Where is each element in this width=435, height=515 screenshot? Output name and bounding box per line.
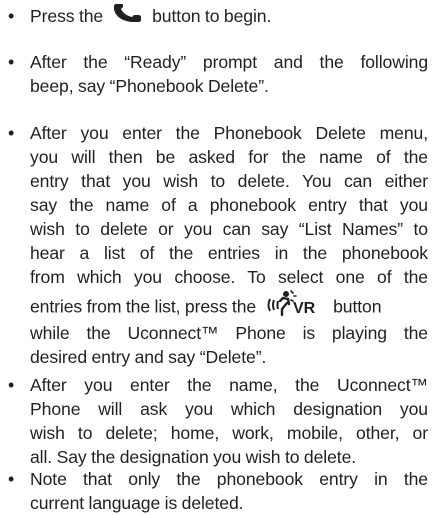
step-3-text-after-icon: button xyxy=(333,296,382,317)
step-1-text-before: Press the xyxy=(30,6,104,26)
bullet: • xyxy=(8,6,15,26)
step-3-line-2: you will then be asked for the name of t… xyxy=(30,147,428,167)
step-5-line-2: current language is deleted. xyxy=(30,493,244,513)
bullet: • xyxy=(8,123,15,143)
step-3-line-3: entry that you wish to delete. You can e… xyxy=(30,171,428,191)
step-4-line-4: all. Say the designation you wish to del… xyxy=(30,447,357,467)
step-3-text-before-icon: entries from the list, press the xyxy=(30,296,257,317)
step-3-line-1: After you enter the Phonebook Delete men… xyxy=(30,123,428,143)
step-4-line-1: After you enter the name, the Uconnect™ xyxy=(30,375,428,395)
step-4-line-3: wish to delete; home, work, mobile, othe… xyxy=(30,423,428,443)
step-1-text-after: button to begin. xyxy=(152,6,272,26)
vr-icon-label: VR xyxy=(293,300,316,317)
step-2-line-1: After the “Ready” prompt and the followi… xyxy=(30,52,428,72)
bullet: • xyxy=(8,52,15,72)
step-3-tail-line-2: desired entry and say “Delete”. xyxy=(30,347,267,367)
step-3-line-6: hear a list of the entries in the phoneb… xyxy=(30,243,428,263)
step-3-tail-line-1: while the Uconnect™ Phone is playing the xyxy=(30,323,428,343)
step-2-line-2: beep, say “Phonebook Delete”. xyxy=(30,76,269,96)
bullet: • xyxy=(8,375,15,395)
bullet: • xyxy=(8,469,15,489)
instructions-page: • Press the button to begin. • After the… xyxy=(0,0,435,514)
step-5-line-1: Note that only the phonebook entry in th… xyxy=(30,469,428,489)
step-3-line-5: wish to delete or you can say “List Name… xyxy=(30,219,428,239)
step-3-line-4: say the name of a phonebook entry that y… xyxy=(30,195,428,215)
step-3-line-7: from which you choose. To select one of … xyxy=(30,267,428,287)
phone-icon xyxy=(112,4,142,30)
step-4-line-2: Phone will ask you which designation you xyxy=(30,399,428,419)
